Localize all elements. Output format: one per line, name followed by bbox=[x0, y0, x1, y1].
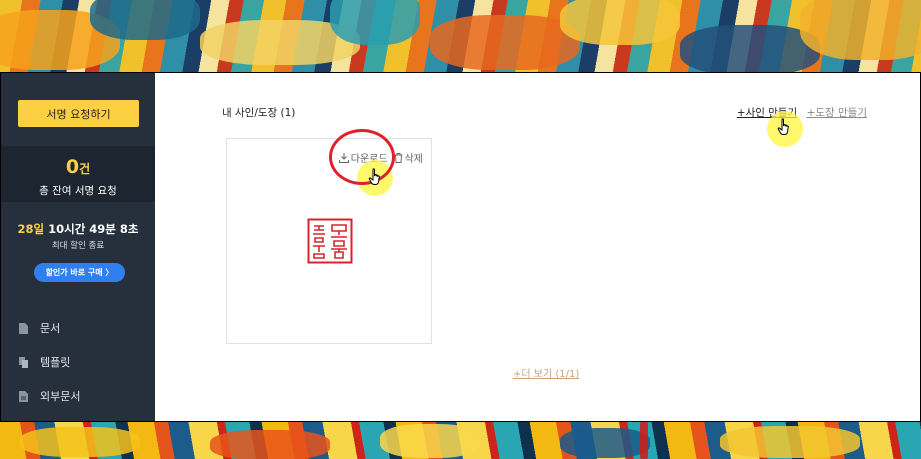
nav-label: 템플릿 bbox=[40, 356, 71, 369]
main-content: 내 사인/도장 (1) +사인 만들기 +도장 만들기 다운로드 삭제 +더 보… bbox=[155, 73, 920, 421]
remaining-count: 0건 bbox=[65, 156, 91, 178]
request-signature-button[interactable]: 서명 요청하기 bbox=[18, 100, 139, 127]
make-links: +사인 만들기 +도장 만들기 bbox=[737, 105, 867, 120]
signature-card[interactable]: 다운로드 삭제 bbox=[226, 138, 432, 344]
make-stamp-link[interactable]: +도장 만들기 bbox=[807, 107, 867, 119]
nav-item-documents[interactable]: 문서 bbox=[19, 319, 60, 337]
hand-cursor-icon bbox=[777, 118, 789, 135]
nav-item-templates[interactable]: 템플릿 bbox=[19, 353, 70, 371]
sidebar: 서명 요청하기 0건 총 잔여 서명 요청 28일 10시간 49분 8초 최대… bbox=[1, 73, 155, 421]
page-title: 내 사인/도장 (1) bbox=[222, 107, 296, 119]
hand-cursor-icon bbox=[368, 168, 380, 185]
nav-label: 외부문서 bbox=[40, 390, 81, 403]
delete-button[interactable]: 삭제 bbox=[394, 150, 423, 165]
delete-label: 삭제 bbox=[404, 154, 423, 165]
app-window: 서명 요청하기 0건 총 잔여 서명 요청 28일 10시간 49분 8초 최대… bbox=[0, 72, 921, 422]
remaining-count-label: 총 잔여 서명 요청 bbox=[39, 185, 117, 197]
stamp-seal-image bbox=[307, 218, 353, 264]
external-document-icon bbox=[19, 390, 28, 402]
discount-timer-label: 최대 할인 종료 bbox=[51, 241, 105, 251]
template-icon bbox=[19, 356, 28, 368]
nav-item-external-documents[interactable]: 외부문서 bbox=[19, 387, 80, 405]
load-more-link[interactable]: +더 보기 (1/1) bbox=[513, 365, 579, 380]
nav-label: 문서 bbox=[40, 322, 61, 335]
background-painting-bottom bbox=[0, 422, 921, 459]
document-icon bbox=[19, 322, 28, 334]
background-painting-top bbox=[0, 0, 921, 72]
buy-discount-button[interactable]: 할인가 바로 구매 〉 bbox=[34, 263, 125, 282]
remaining-requests-box: 0건 총 잔여 서명 요청 bbox=[1, 146, 155, 202]
discount-timer: 28일 10시간 49분 8초 bbox=[17, 222, 139, 236]
annotation-circle bbox=[329, 129, 395, 185]
